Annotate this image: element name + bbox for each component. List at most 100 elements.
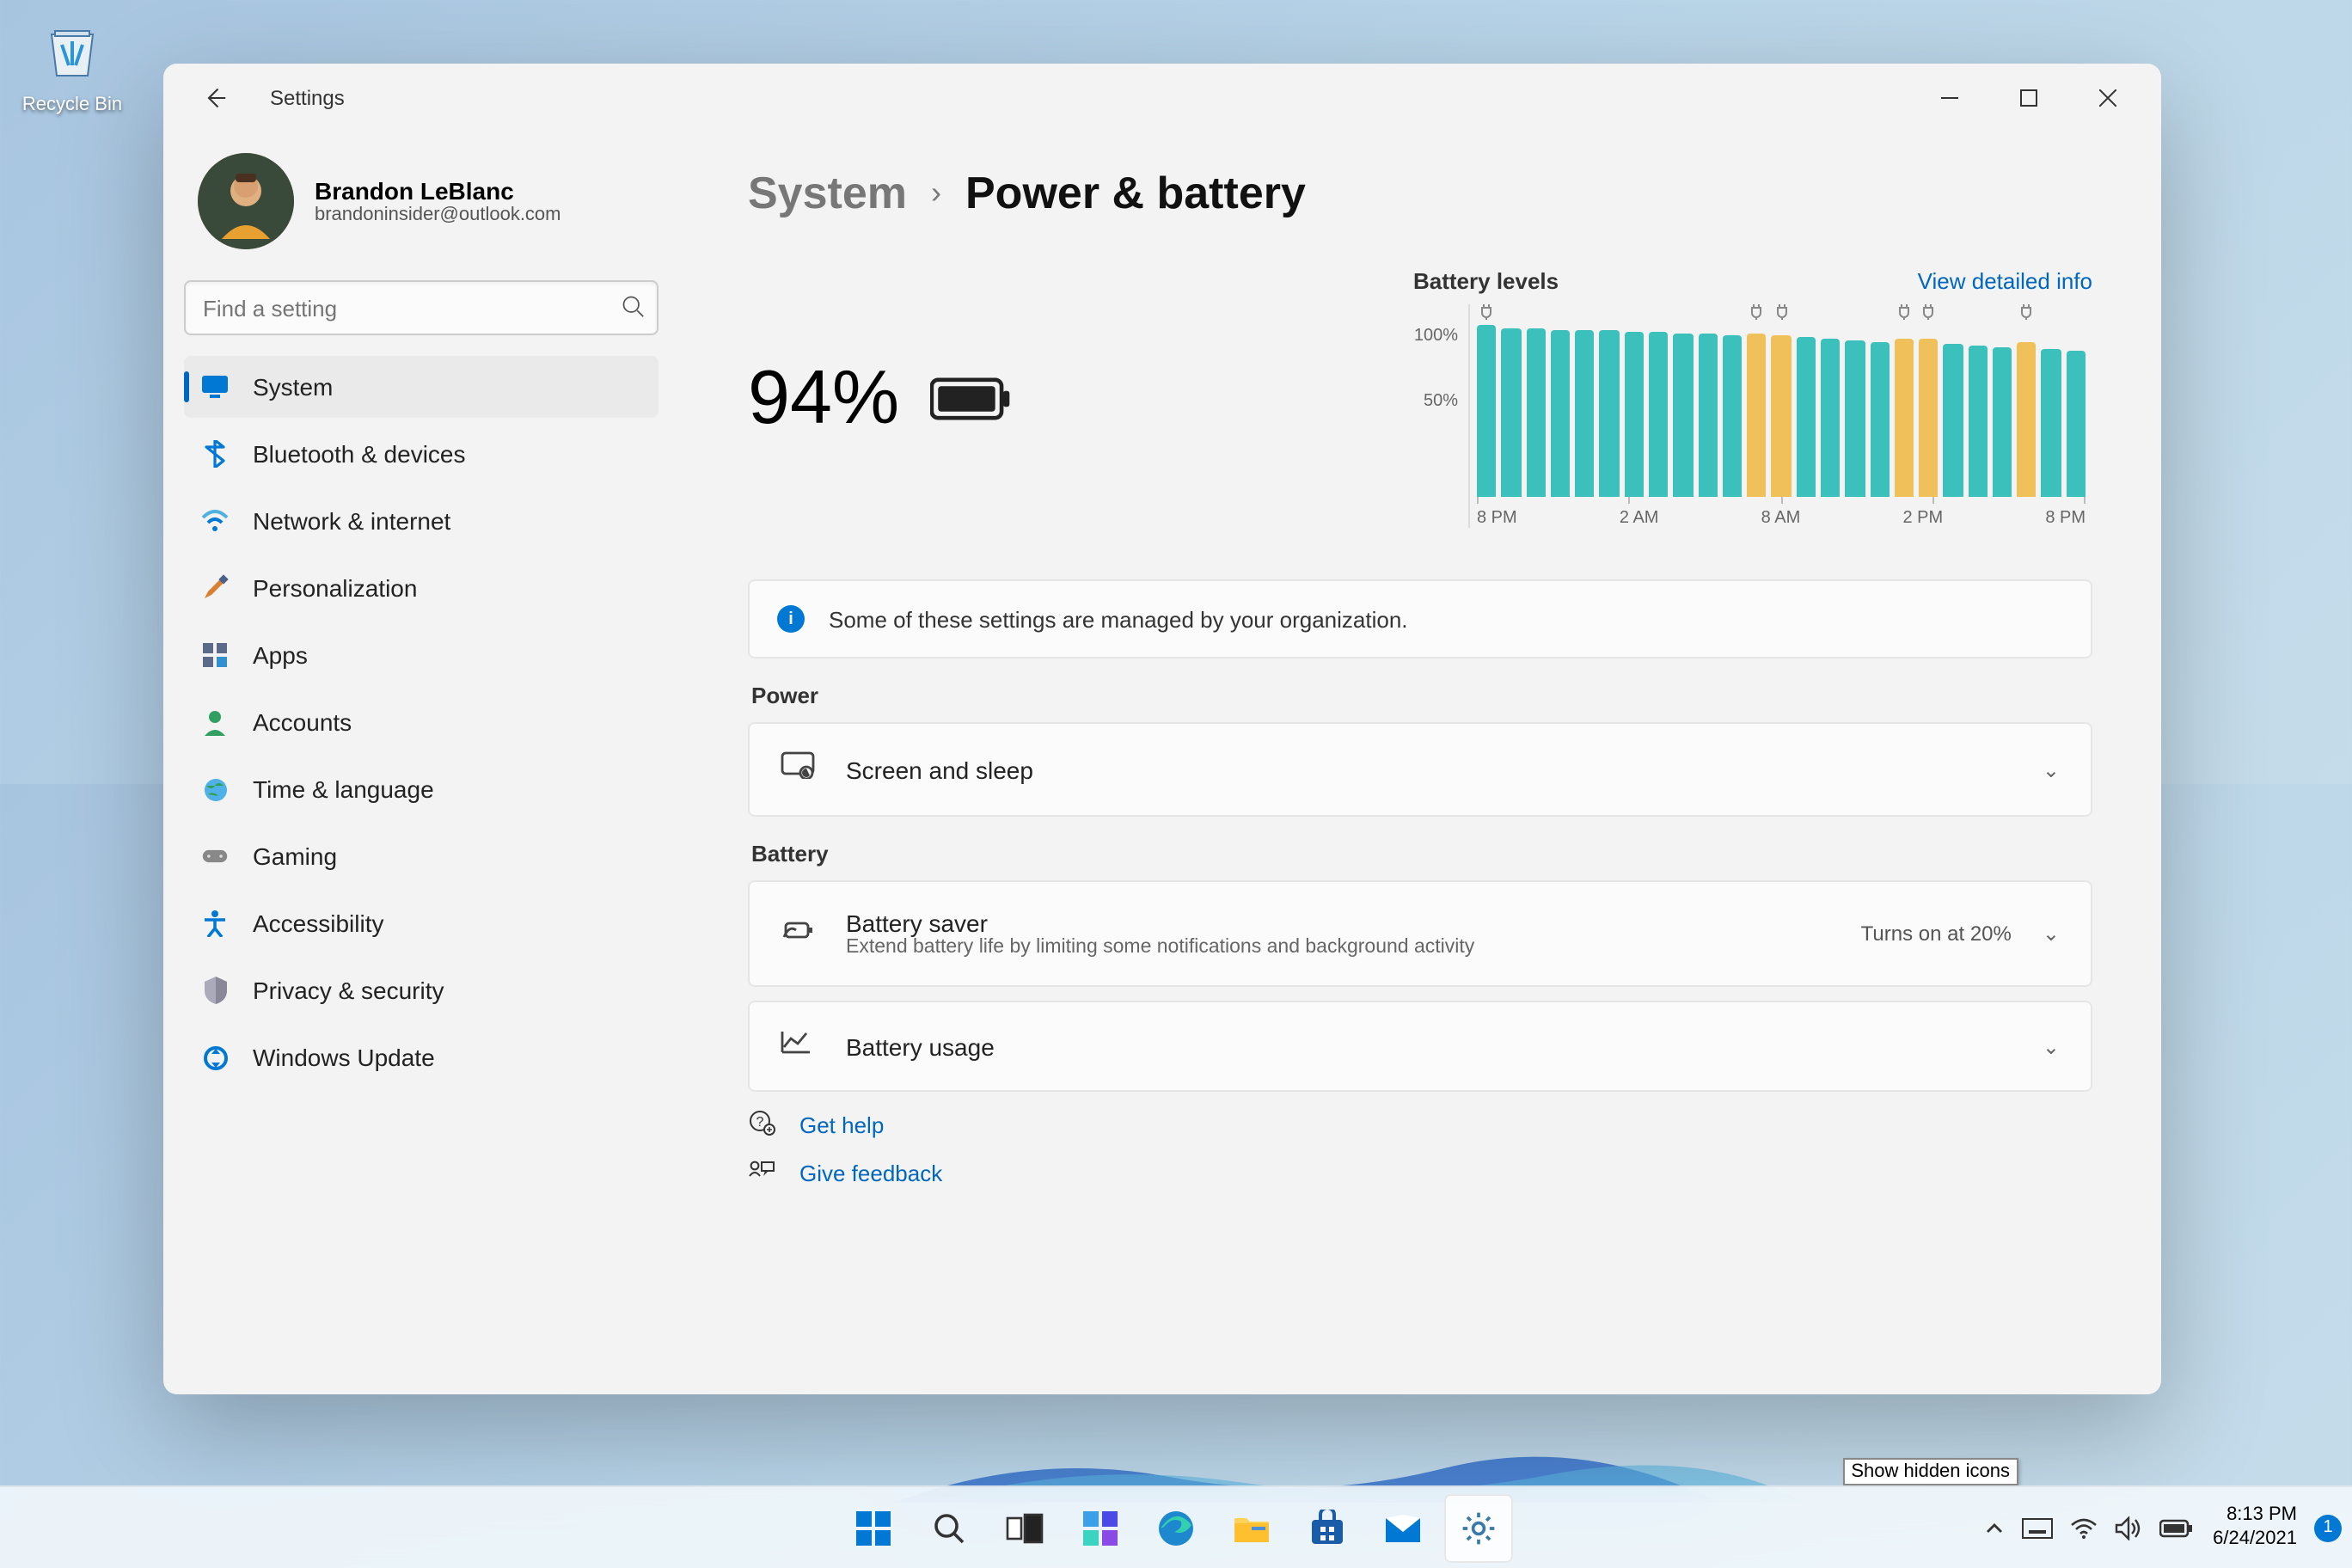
search-icon: [932, 1510, 966, 1545]
arrow-left-icon: [203, 86, 227, 110]
chart-bar: [1747, 334, 1767, 497]
tray-clock[interactable]: 8:13 PM 6/24/2021: [2206, 1505, 2304, 1551]
section-power-header: Power: [751, 683, 2089, 708]
wifi-icon: [2070, 1517, 2098, 1538]
main-content: System › Power & battery 94% Battery lev…: [679, 132, 2161, 1394]
chevron-down-icon: ⌄: [2043, 757, 2060, 781]
x-tick: 2 PM: [1902, 509, 1943, 528]
view-detailed-info-link[interactable]: View detailed info: [1918, 268, 2092, 294]
taskbar: 8:13 PM 6/24/2021 1: [0, 1485, 2352, 1568]
plug-marker-icon: [1477, 304, 1497, 322]
sidebar-item-windows-update[interactable]: Windows Update: [184, 1026, 658, 1088]
leaf-battery-icon: [781, 917, 815, 950]
battery-usage-row[interactable]: Battery usage ⌄: [748, 1001, 2092, 1092]
mail-icon: [1384, 1512, 1422, 1543]
info-icon: i: [777, 605, 805, 633]
tray-battery-button[interactable]: [2154, 1510, 2199, 1545]
recycle-bin-label: Recycle Bin: [21, 95, 124, 115]
update-icon: [201, 1044, 229, 1071]
folder-icon: [1233, 1512, 1271, 1543]
edge-icon: [1157, 1509, 1195, 1547]
sidebar-item-label: Network & internet: [253, 507, 450, 535]
chart-title: Battery levels: [1413, 268, 1559, 294]
shield-icon: [201, 977, 229, 1004]
sidebar-item-time-language[interactable]: Time & language: [184, 758, 658, 820]
sidebar-item-system[interactable]: System: [184, 356, 658, 418]
explorer-button[interactable]: [1217, 1493, 1286, 1562]
chart-plot-area[interactable]: 8 PM2 AM8 AM2 PM8 PM: [1468, 304, 2092, 528]
chevron-up-icon: [1984, 1517, 2005, 1538]
tray-time: 8:13 PM: [2213, 1505, 2297, 1528]
x-tick: 8 PM: [2045, 509, 2086, 528]
task-view-button[interactable]: [990, 1493, 1059, 1562]
back-button[interactable]: [187, 70, 242, 126]
search-button[interactable]: [915, 1493, 983, 1562]
close-button[interactable]: [2068, 70, 2147, 126]
store-button[interactable]: [1293, 1493, 1362, 1562]
battery-tray-icon: [2159, 1517, 2194, 1538]
minimize-button[interactable]: [1910, 70, 1989, 126]
sidebar-item-network-internet[interactable]: Network & internet: [184, 490, 658, 552]
breadcrumb-parent[interactable]: System: [748, 167, 907, 220]
profile-name: Brandon LeBlanc: [315, 177, 561, 205]
section-battery-header: Battery: [751, 841, 2089, 867]
chevron-down-icon: ⌄: [2043, 922, 2060, 946]
widgets-button[interactable]: [1066, 1493, 1135, 1562]
sidebar-item-gaming[interactable]: Gaming: [184, 825, 658, 887]
battery-saver-row[interactable]: Battery saver Extend battery life by lim…: [748, 880, 2092, 987]
display-icon: [201, 373, 229, 401]
sidebar-item-privacy-security[interactable]: Privacy & security: [184, 959, 658, 1021]
chart-bar: [1919, 339, 1939, 497]
sidebar-item-label: Privacy & security: [253, 977, 444, 1004]
sidebar-item-personalization[interactable]: Personalization: [184, 557, 658, 619]
maximize-button[interactable]: [1989, 70, 2068, 126]
sidebar-item-label: Gaming: [253, 842, 337, 870]
chevron-down-icon: ⌄: [2043, 1034, 2060, 1058]
sidebar-item-label: System: [253, 373, 333, 401]
tray-volume-button[interactable]: [2110, 1509, 2147, 1547]
get-help-label: Get help: [799, 1112, 884, 1138]
avatar: [198, 153, 294, 249]
sidebar: Brandon LeBlanc brandoninsider@outlook.c…: [163, 132, 679, 1394]
notification-badge[interactable]: 1: [2314, 1514, 2342, 1541]
chart-bar: [1477, 325, 1497, 497]
edge-button[interactable]: [1142, 1493, 1210, 1562]
give-feedback-label: Give feedback: [799, 1161, 942, 1186]
battery-usage-label: Battery usage: [846, 1032, 2012, 1060]
gear-icon: [1460, 1509, 1498, 1547]
battery-percent: 94%: [748, 355, 899, 441]
svg-text:?: ?: [756, 1115, 764, 1130]
sidebar-item-accounts[interactable]: Accounts: [184, 691, 658, 753]
chart-bar: [1796, 337, 1816, 497]
search-icon: [621, 294, 645, 327]
give-feedback-link[interactable]: Give feedback: [748, 1159, 2092, 1188]
sidebar-item-label: Windows Update: [253, 1044, 435, 1071]
profile-block[interactable]: Brandon LeBlanc brandoninsider@outlook.c…: [184, 132, 658, 280]
mail-button[interactable]: [1369, 1493, 1437, 1562]
chart-bar: [1772, 335, 1792, 497]
chart-bar: [1870, 342, 1890, 497]
plug-marker-icon: [2017, 304, 2037, 322]
bluetooth-icon: [201, 440, 229, 468]
plug-marker-icon: [1772, 304, 1792, 322]
tray-wifi-button[interactable]: [2065, 1510, 2103, 1545]
start-button[interactable]: [839, 1493, 908, 1562]
recycle-bin-desktop-icon[interactable]: Recycle Bin: [21, 14, 124, 115]
task-view-icon: [1006, 1512, 1044, 1543]
screen-and-sleep-row[interactable]: Screen and sleep ⌄: [748, 722, 2092, 817]
window-titlebar[interactable]: Settings: [163, 64, 2161, 132]
chart-bar: [1698, 334, 1718, 497]
sidebar-item-apps[interactable]: Apps: [184, 624, 658, 686]
sidebar-item-bluetooth-devices[interactable]: Bluetooth & devices: [184, 423, 658, 485]
tray-overflow-button[interactable]: [1979, 1510, 2010, 1545]
get-help-link[interactable]: ? Get help: [748, 1109, 2092, 1142]
maximize-icon: [2020, 89, 2037, 107]
keyboard-icon: [2022, 1517, 2053, 1538]
sidebar-item-accessibility[interactable]: Accessibility: [184, 892, 658, 954]
tray-input-button[interactable]: [2017, 1510, 2058, 1545]
settings-taskbar-button[interactable]: [1444, 1493, 1513, 1562]
search-input[interactable]: [184, 280, 658, 335]
chart-bar: [1649, 332, 1669, 497]
sidebar-item-label: Accessibility: [253, 910, 384, 937]
chart-bar: [2067, 351, 2086, 497]
